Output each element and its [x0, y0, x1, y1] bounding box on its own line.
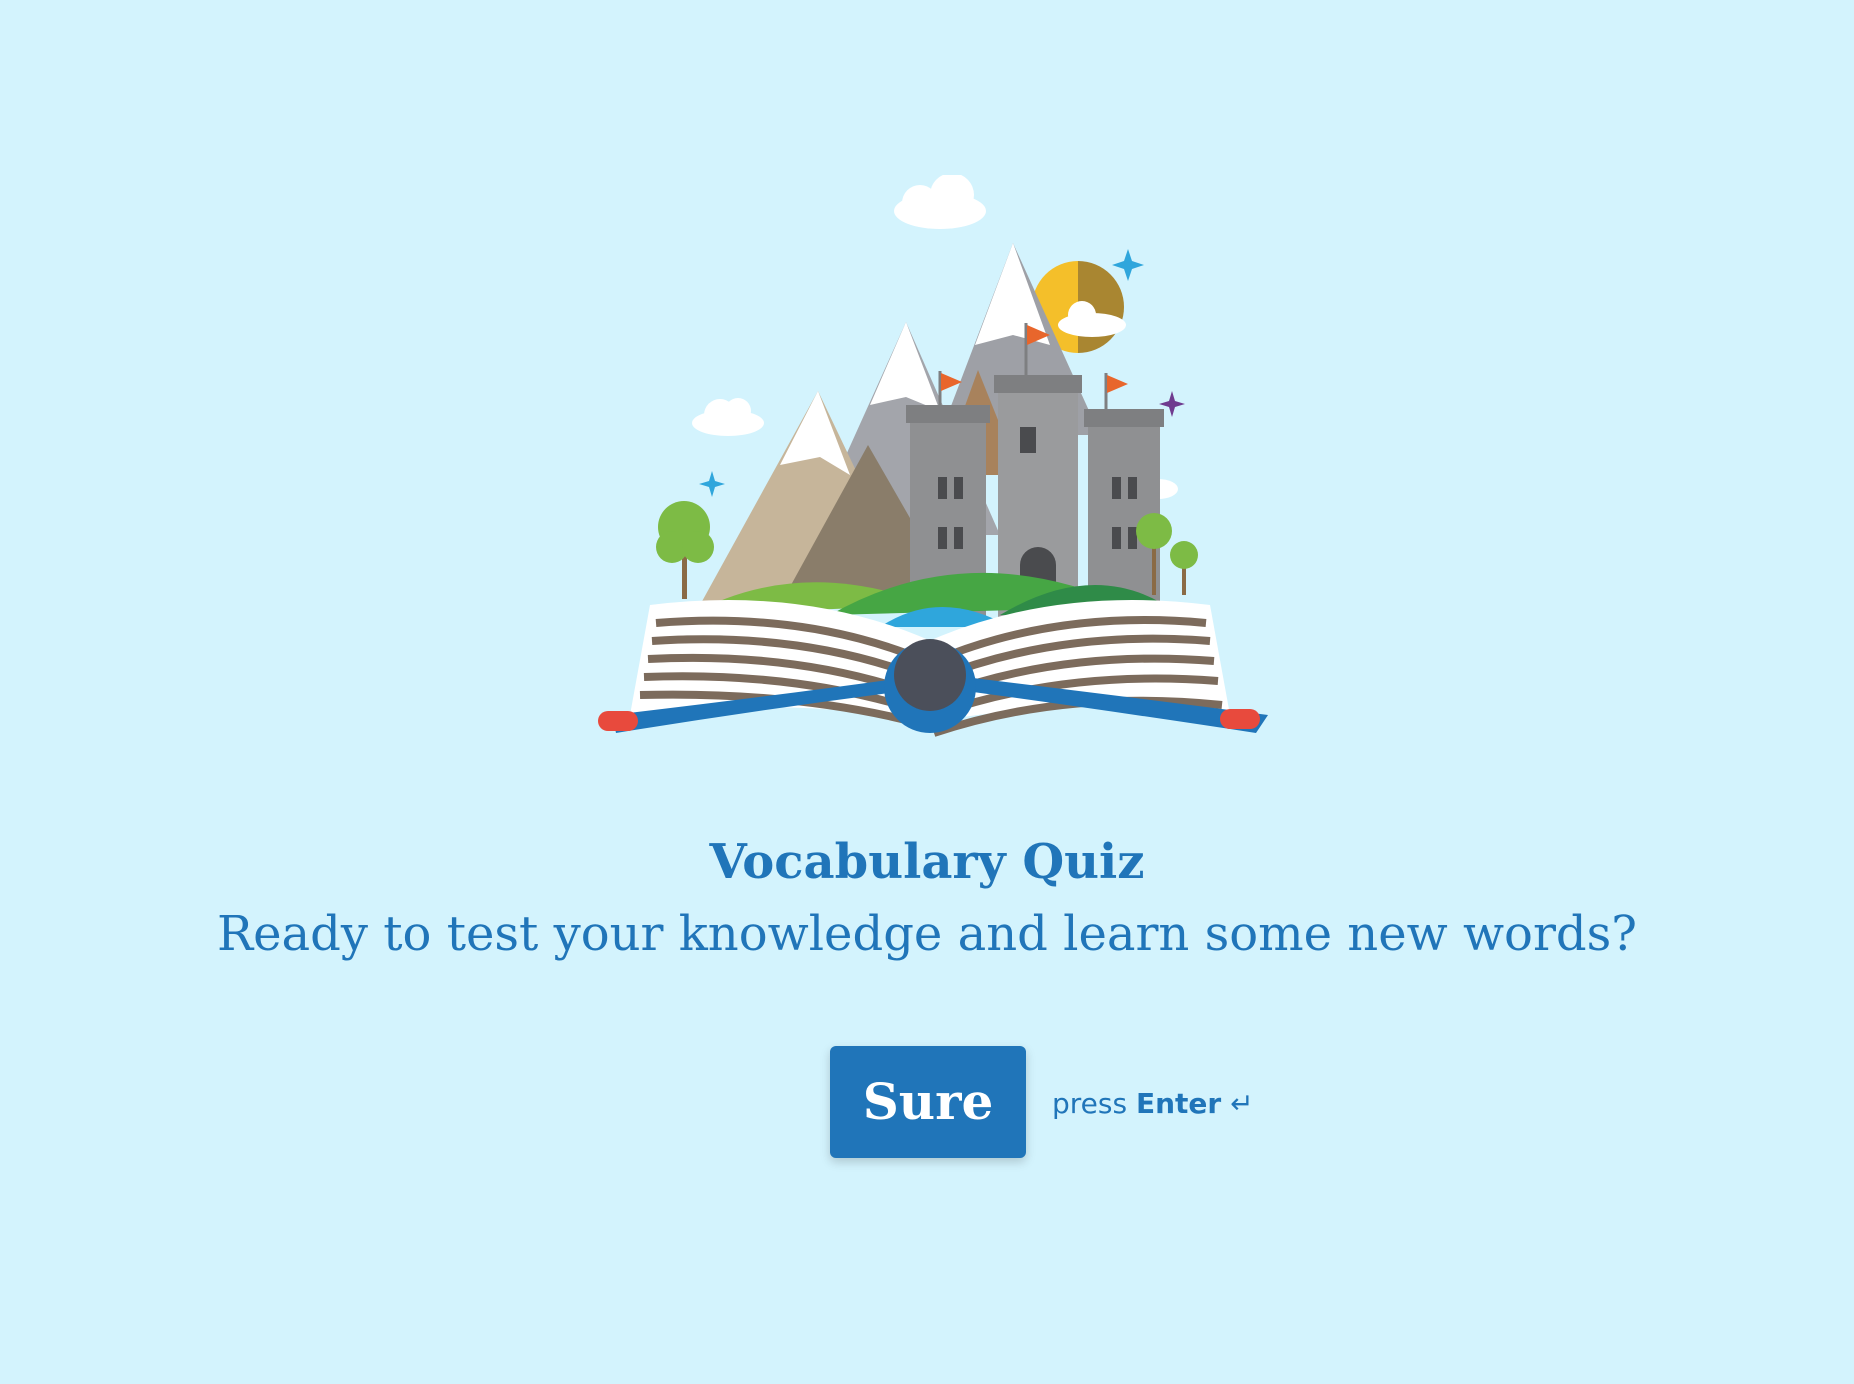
hint-prefix: press [1052, 1087, 1128, 1120]
sure-button[interactable]: Sure [830, 1046, 1026, 1158]
storybook-castle-illustration [598, 175, 1268, 737]
keyboard-hint: press Enter ↵ [1052, 1084, 1254, 1124]
enter-icon: ↵ [1230, 1087, 1254, 1120]
quiz-subtitle: Ready to test your knowledge and learn s… [217, 906, 1637, 962]
hint-key: Enter [1135, 1087, 1222, 1120]
quiz-title: Vocabulary Quiz [709, 834, 1145, 890]
